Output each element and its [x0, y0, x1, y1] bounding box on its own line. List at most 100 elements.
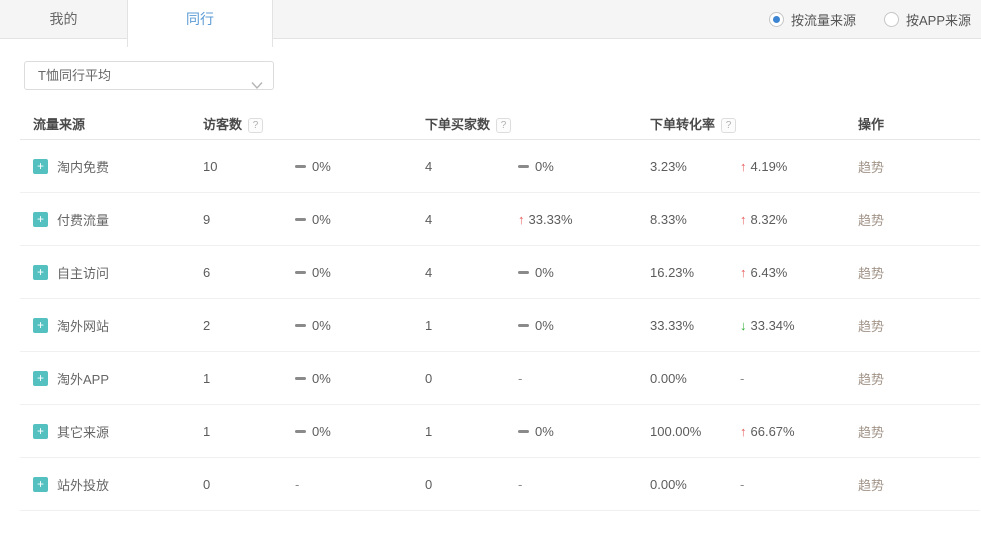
trend-link[interactable]: 趋势 [858, 372, 884, 387]
source-cell: + 淘外APP [20, 369, 203, 388]
visitors-value: 0 [203, 477, 295, 492]
source-name: 自主访问 [57, 263, 109, 282]
buyers-change: ↑↓33.33% [518, 212, 650, 227]
radio-by-traffic-source[interactable]: 按流量来源 [769, 10, 856, 29]
radio-by-traffic-label: 按流量来源 [791, 10, 856, 29]
buyers-value: 1 [425, 424, 518, 439]
conversion-value: 3.23% [650, 159, 740, 174]
trend-link[interactable]: 趋势 [858, 478, 884, 493]
source-cell: + 付费流量 [20, 210, 203, 229]
expand-plus-icon[interactable]: + [33, 477, 48, 492]
up-arrow-icon: ↑ [740, 265, 747, 280]
up-arrow-icon: ↑ [740, 212, 747, 227]
change-value: 0% [312, 265, 331, 280]
tab-peer-active[interactable]: 同行 [127, 0, 273, 47]
flat-dash-icon [518, 430, 529, 433]
buyers-value: 1 [425, 318, 518, 333]
traffic-source-table: 流量来源 访客数? 下单买家数? 下单转化率? 操作 + 淘内免费 10 [20, 108, 980, 511]
trend-link[interactable]: 趋势 [858, 160, 884, 175]
change-value: 0% [535, 265, 554, 280]
change-value: 0% [535, 159, 554, 174]
buyers-change: ↑↓0% [518, 318, 650, 333]
radio-by-app-label: 按APP来源 [906, 10, 971, 29]
conversion-change: ↑↓- [740, 371, 858, 386]
source-cell: + 站外投放 [20, 475, 203, 494]
trend-link[interactable]: 趋势 [858, 266, 884, 281]
trend-link[interactable]: 趋势 [858, 425, 884, 440]
buyers-change: ↑↓0% [518, 265, 650, 280]
table-header: 流量来源 访客数? 下单买家数? 下单转化率? 操作 [20, 108, 980, 140]
table-body: + 淘内免费 10 ↑↓0% 4 ↑↓0% 3.23% ↑↓4.19% 趋势 +… [20, 140, 980, 511]
change-value: - [740, 477, 744, 492]
buyers-change: ↑↓0% [518, 424, 650, 439]
conversion-change: ↑↓- [740, 477, 858, 492]
change-value: 0% [312, 371, 331, 386]
action-cell: 趋势 [858, 369, 980, 388]
change-value: 0% [312, 212, 331, 227]
flat-dash-icon [295, 430, 306, 433]
help-icon[interactable]: ? [721, 118, 736, 133]
conversion-change: ↑↓66.67% [740, 424, 858, 439]
expand-plus-icon[interactable]: + [33, 371, 48, 386]
visitors-value: 1 [203, 424, 295, 439]
source-cell: + 其它来源 [20, 422, 203, 441]
action-cell: 趋势 [858, 263, 980, 282]
radio-by-app-source[interactable]: 按APP来源 [884, 10, 971, 29]
source-cell: + 自主访问 [20, 263, 203, 282]
source-name: 站外投放 [57, 475, 109, 494]
up-arrow-icon: ↑ [740, 424, 747, 439]
visitors-change: ↑↓0% [295, 212, 425, 227]
buyers-value: 4 [425, 212, 518, 227]
col-header-conversion: 下单转化率? [650, 114, 740, 133]
help-icon[interactable]: ? [248, 118, 263, 133]
visitors-change: ↑↓0% [295, 159, 425, 174]
change-value: - [518, 371, 522, 386]
visitors-change: ↑↓0% [295, 318, 425, 333]
change-value: 0% [312, 318, 331, 333]
flat-dash-icon [295, 165, 306, 168]
expand-plus-icon[interactable]: + [33, 265, 48, 280]
conversion-value: 100.00% [650, 424, 740, 439]
table-row: + 其它来源 1 ↑↓0% 1 ↑↓0% 100.00% ↑↓66.67% 趋势 [20, 405, 980, 458]
visitors-value: 10 [203, 159, 295, 174]
tab-my[interactable]: 我的 [0, 0, 127, 39]
trend-link[interactable]: 趋势 [858, 213, 884, 228]
conversion-value: 0.00% [650, 371, 740, 386]
visitors-change: ↑↓0% [295, 371, 425, 386]
change-value: 0% [535, 424, 554, 439]
visitors-value: 6 [203, 265, 295, 280]
buyers-value: 0 [425, 477, 518, 492]
visitors-value: 1 [203, 371, 295, 386]
action-cell: 趋势 [858, 475, 980, 494]
trend-link[interactable]: 趋势 [858, 319, 884, 334]
analytics-page: 我的 同行 按流量来源 按APP来源 T恤同行平均 流量来源 访客数? [0, 0, 981, 549]
conversion-value: 33.33% [650, 318, 740, 333]
expand-plus-icon[interactable]: + [33, 212, 48, 227]
visitors-change: ↑↓- [295, 477, 425, 492]
dropdown-value: T恤同行平均 [38, 68, 111, 83]
change-value: 66.67% [751, 424, 795, 439]
buyers-value: 4 [425, 159, 518, 174]
source-name: 其它来源 [57, 422, 109, 441]
conversion-value: 16.23% [650, 265, 740, 280]
flat-dash-icon [295, 218, 306, 221]
col-header-source: 流量来源 [20, 114, 203, 133]
expand-plus-icon[interactable]: + [33, 318, 48, 333]
visitors-change: ↑↓0% [295, 424, 425, 439]
flat-dash-icon [518, 165, 529, 168]
conversion-value: 8.33% [650, 212, 740, 227]
help-icon[interactable]: ? [496, 118, 511, 133]
peer-average-dropdown[interactable]: T恤同行平均 [24, 61, 274, 90]
source-cell: + 淘外网站 [20, 316, 203, 335]
change-value: - [295, 477, 299, 492]
conversion-change: ↑↓33.34% [740, 318, 858, 333]
buyers-change: ↑↓0% [518, 159, 650, 174]
change-value: - [740, 371, 744, 386]
change-value: 33.33% [529, 212, 573, 227]
conversion-change: ↑↓6.43% [740, 265, 858, 280]
table-row: + 淘内免费 10 ↑↓0% 4 ↑↓0% 3.23% ↑↓4.19% 趋势 [20, 140, 980, 193]
action-cell: 趋势 [858, 422, 980, 441]
expand-plus-icon[interactable]: + [33, 424, 48, 439]
expand-plus-icon[interactable]: + [33, 159, 48, 174]
down-arrow-icon: ↓ [740, 318, 747, 333]
